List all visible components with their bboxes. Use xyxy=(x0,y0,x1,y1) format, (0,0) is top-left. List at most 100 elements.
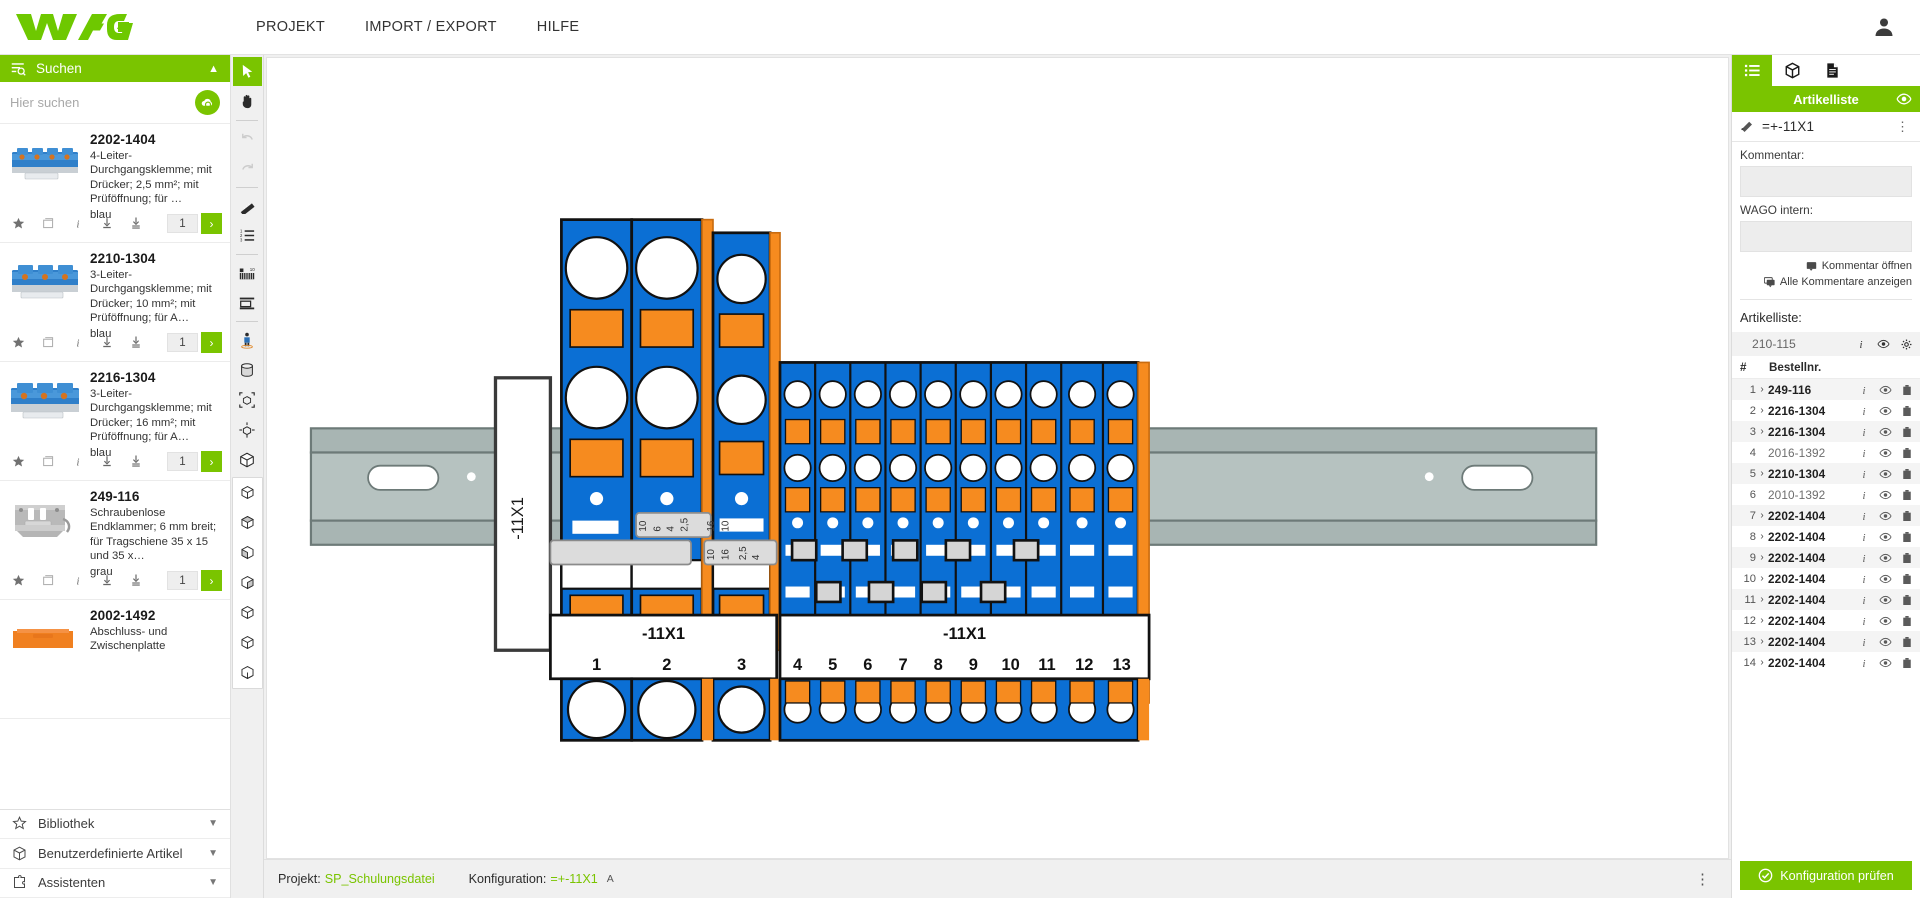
chevron-right-icon[interactable]: › xyxy=(1756,510,1768,521)
info-icon[interactable]: i xyxy=(1859,489,1869,501)
cylinder-tool[interactable] xyxy=(233,355,262,384)
chevron-up-icon[interactable]: ▲ xyxy=(208,63,219,75)
eye-icon[interactable] xyxy=(1879,616,1892,626)
info-icon[interactable]: i xyxy=(1859,447,1869,459)
sidebar-item-bibliothek[interactable]: Bibliothek ▼ xyxy=(0,810,230,839)
table-row[interactable]: 3 › 2216-1304 i xyxy=(1732,421,1920,442)
person-scale-tool[interactable] xyxy=(233,325,262,354)
favorite-icon[interactable] xyxy=(12,455,25,468)
view-top[interactable] xyxy=(233,508,262,537)
eye-icon[interactable] xyxy=(1877,339,1890,349)
tab-dokument[interactable] xyxy=(1812,55,1852,86)
chevron-down-icon[interactable]: ▼ xyxy=(208,877,218,888)
chevron-right-icon[interactable]: › xyxy=(1756,426,1768,437)
compare-icon[interactable] xyxy=(42,574,55,587)
eye-icon[interactable] xyxy=(1879,406,1892,416)
info-icon[interactable]: i xyxy=(1856,338,1866,350)
wago-intern-field[interactable] xyxy=(1740,221,1912,252)
eye-icon[interactable] xyxy=(1879,532,1892,542)
eye-icon[interactable] xyxy=(1879,448,1892,458)
trash-icon[interactable] xyxy=(1902,384,1912,396)
chevron-right-icon[interactable]: › xyxy=(1756,405,1768,416)
kebab-icon[interactable]: ⋮ xyxy=(1893,119,1912,135)
rail-tool[interactable] xyxy=(233,288,262,317)
compare-icon[interactable] xyxy=(42,217,55,230)
tab-artikelliste[interactable] xyxy=(1732,55,1772,86)
chevron-down-icon[interactable]: ▼ xyxy=(208,818,218,829)
add-to-config-button[interactable]: › xyxy=(201,332,222,353)
chevron-right-icon[interactable]: › xyxy=(1756,552,1768,563)
design-canvas[interactable]: -11X1 10 6 4 2,5 16 10 10 16 2,5 4 -11X1… xyxy=(266,57,1729,859)
table-row[interactable]: 8 › 2202-1404 i xyxy=(1732,526,1920,547)
wago-logo[interactable] xyxy=(14,10,139,44)
quantity-value[interactable]: 1 xyxy=(167,452,198,471)
search-input[interactable] xyxy=(10,95,195,110)
chevron-right-icon[interactable]: › xyxy=(1756,573,1768,584)
trash-icon[interactable] xyxy=(1902,531,1912,543)
explode-tool[interactable] xyxy=(233,415,262,444)
list-item[interactable]: 2002-1492 Abschluss- und Zwischenplatte xyxy=(0,600,230,719)
featured-article-row[interactable]: 210-115 i xyxy=(1732,332,1920,356)
chevron-right-icon[interactable]: › xyxy=(1756,531,1768,542)
numbering-tool[interactable]: 123 xyxy=(233,221,262,250)
redo-tool[interactable] xyxy=(233,154,262,183)
chevron-right-icon[interactable]: › xyxy=(1756,594,1768,605)
tab-artikel[interactable] xyxy=(1772,55,1812,86)
list-item[interactable]: 2210-1304 3-Leiter-Durchgangsklemme; mit… xyxy=(0,243,230,362)
fit-view-tool[interactable] xyxy=(233,385,262,414)
trash-icon[interactable] xyxy=(1902,636,1912,648)
view-right[interactable] xyxy=(233,598,262,627)
dimension-tool[interactable]: 10 xyxy=(233,258,262,287)
compare-icon[interactable] xyxy=(42,455,55,468)
table-row[interactable]: 13 › 2202-1404 i xyxy=(1732,631,1920,652)
view-front[interactable] xyxy=(233,538,262,567)
info-icon[interactable]: i xyxy=(1859,384,1869,396)
list-item[interactable]: 2216-1304 3-Leiter-Durchgangsklemme; mit… xyxy=(0,362,230,481)
chevron-down-icon[interactable]: ▼ xyxy=(208,848,218,859)
view-bottom[interactable] xyxy=(233,658,262,687)
favorite-icon[interactable] xyxy=(12,574,25,587)
trash-icon[interactable] xyxy=(1902,489,1912,501)
chevron-right-icon[interactable]: › xyxy=(1756,657,1768,668)
view-back[interactable] xyxy=(233,628,262,657)
chevron-right-icon[interactable]: › xyxy=(1756,384,1768,395)
table-row[interactable]: 4 2016-1392 i xyxy=(1732,442,1920,463)
add-to-config-button[interactable]: › xyxy=(201,451,222,472)
eye-icon[interactable] xyxy=(1879,658,1892,668)
chevron-right-icon[interactable]: › xyxy=(1756,615,1768,626)
trash-icon[interactable] xyxy=(1902,405,1912,417)
eye-icon[interactable] xyxy=(1896,93,1912,106)
table-row[interactable]: 9 › 2202-1404 i xyxy=(1732,547,1920,568)
view-iso[interactable] xyxy=(233,478,262,507)
favorite-icon[interactable] xyxy=(12,336,25,349)
trash-icon[interactable] xyxy=(1902,510,1912,522)
eye-icon[interactable] xyxy=(1879,553,1892,563)
trash-icon[interactable] xyxy=(1902,468,1912,480)
info-icon[interactable]: i xyxy=(72,217,84,230)
table-row[interactable]: 1 › 249-116 i xyxy=(1732,379,1920,400)
eye-icon[interactable] xyxy=(1879,385,1892,395)
quantity-value[interactable]: 1 xyxy=(167,214,198,233)
nav-hilfe[interactable]: HILFE xyxy=(535,13,582,41)
eye-icon[interactable] xyxy=(1879,574,1892,584)
download-icon[interactable] xyxy=(101,455,113,468)
info-icon[interactable]: i xyxy=(1859,531,1869,543)
table-row[interactable]: 12 › 2202-1404 i xyxy=(1732,610,1920,631)
add-to-config-button[interactable]: › xyxy=(201,213,222,234)
project-value[interactable]: SP_Schulungsdatei xyxy=(325,872,435,886)
info-icon[interactable]: i xyxy=(1859,405,1869,417)
info-icon[interactable]: i xyxy=(72,455,84,468)
chevron-right-icon[interactable]: › xyxy=(1756,468,1768,479)
info-icon[interactable]: i xyxy=(1859,615,1869,627)
info-icon[interactable]: i xyxy=(72,574,84,587)
quantity-value[interactable]: 1 xyxy=(167,571,198,590)
trash-icon[interactable] xyxy=(1902,657,1912,669)
kebab-icon[interactable]: ⋮ xyxy=(1689,870,1717,888)
eye-icon[interactable] xyxy=(1879,595,1892,605)
info-icon[interactable]: i xyxy=(1859,594,1869,606)
eye-icon[interactable] xyxy=(1879,511,1892,521)
list-item[interactable]: 249-116 Schraubenlose Endklammer; 6 mm b… xyxy=(0,481,230,600)
undo-tool[interactable] xyxy=(233,124,262,153)
configuration-value[interactable]: =+-11X1 xyxy=(550,872,597,886)
info-icon[interactable]: i xyxy=(72,336,84,349)
